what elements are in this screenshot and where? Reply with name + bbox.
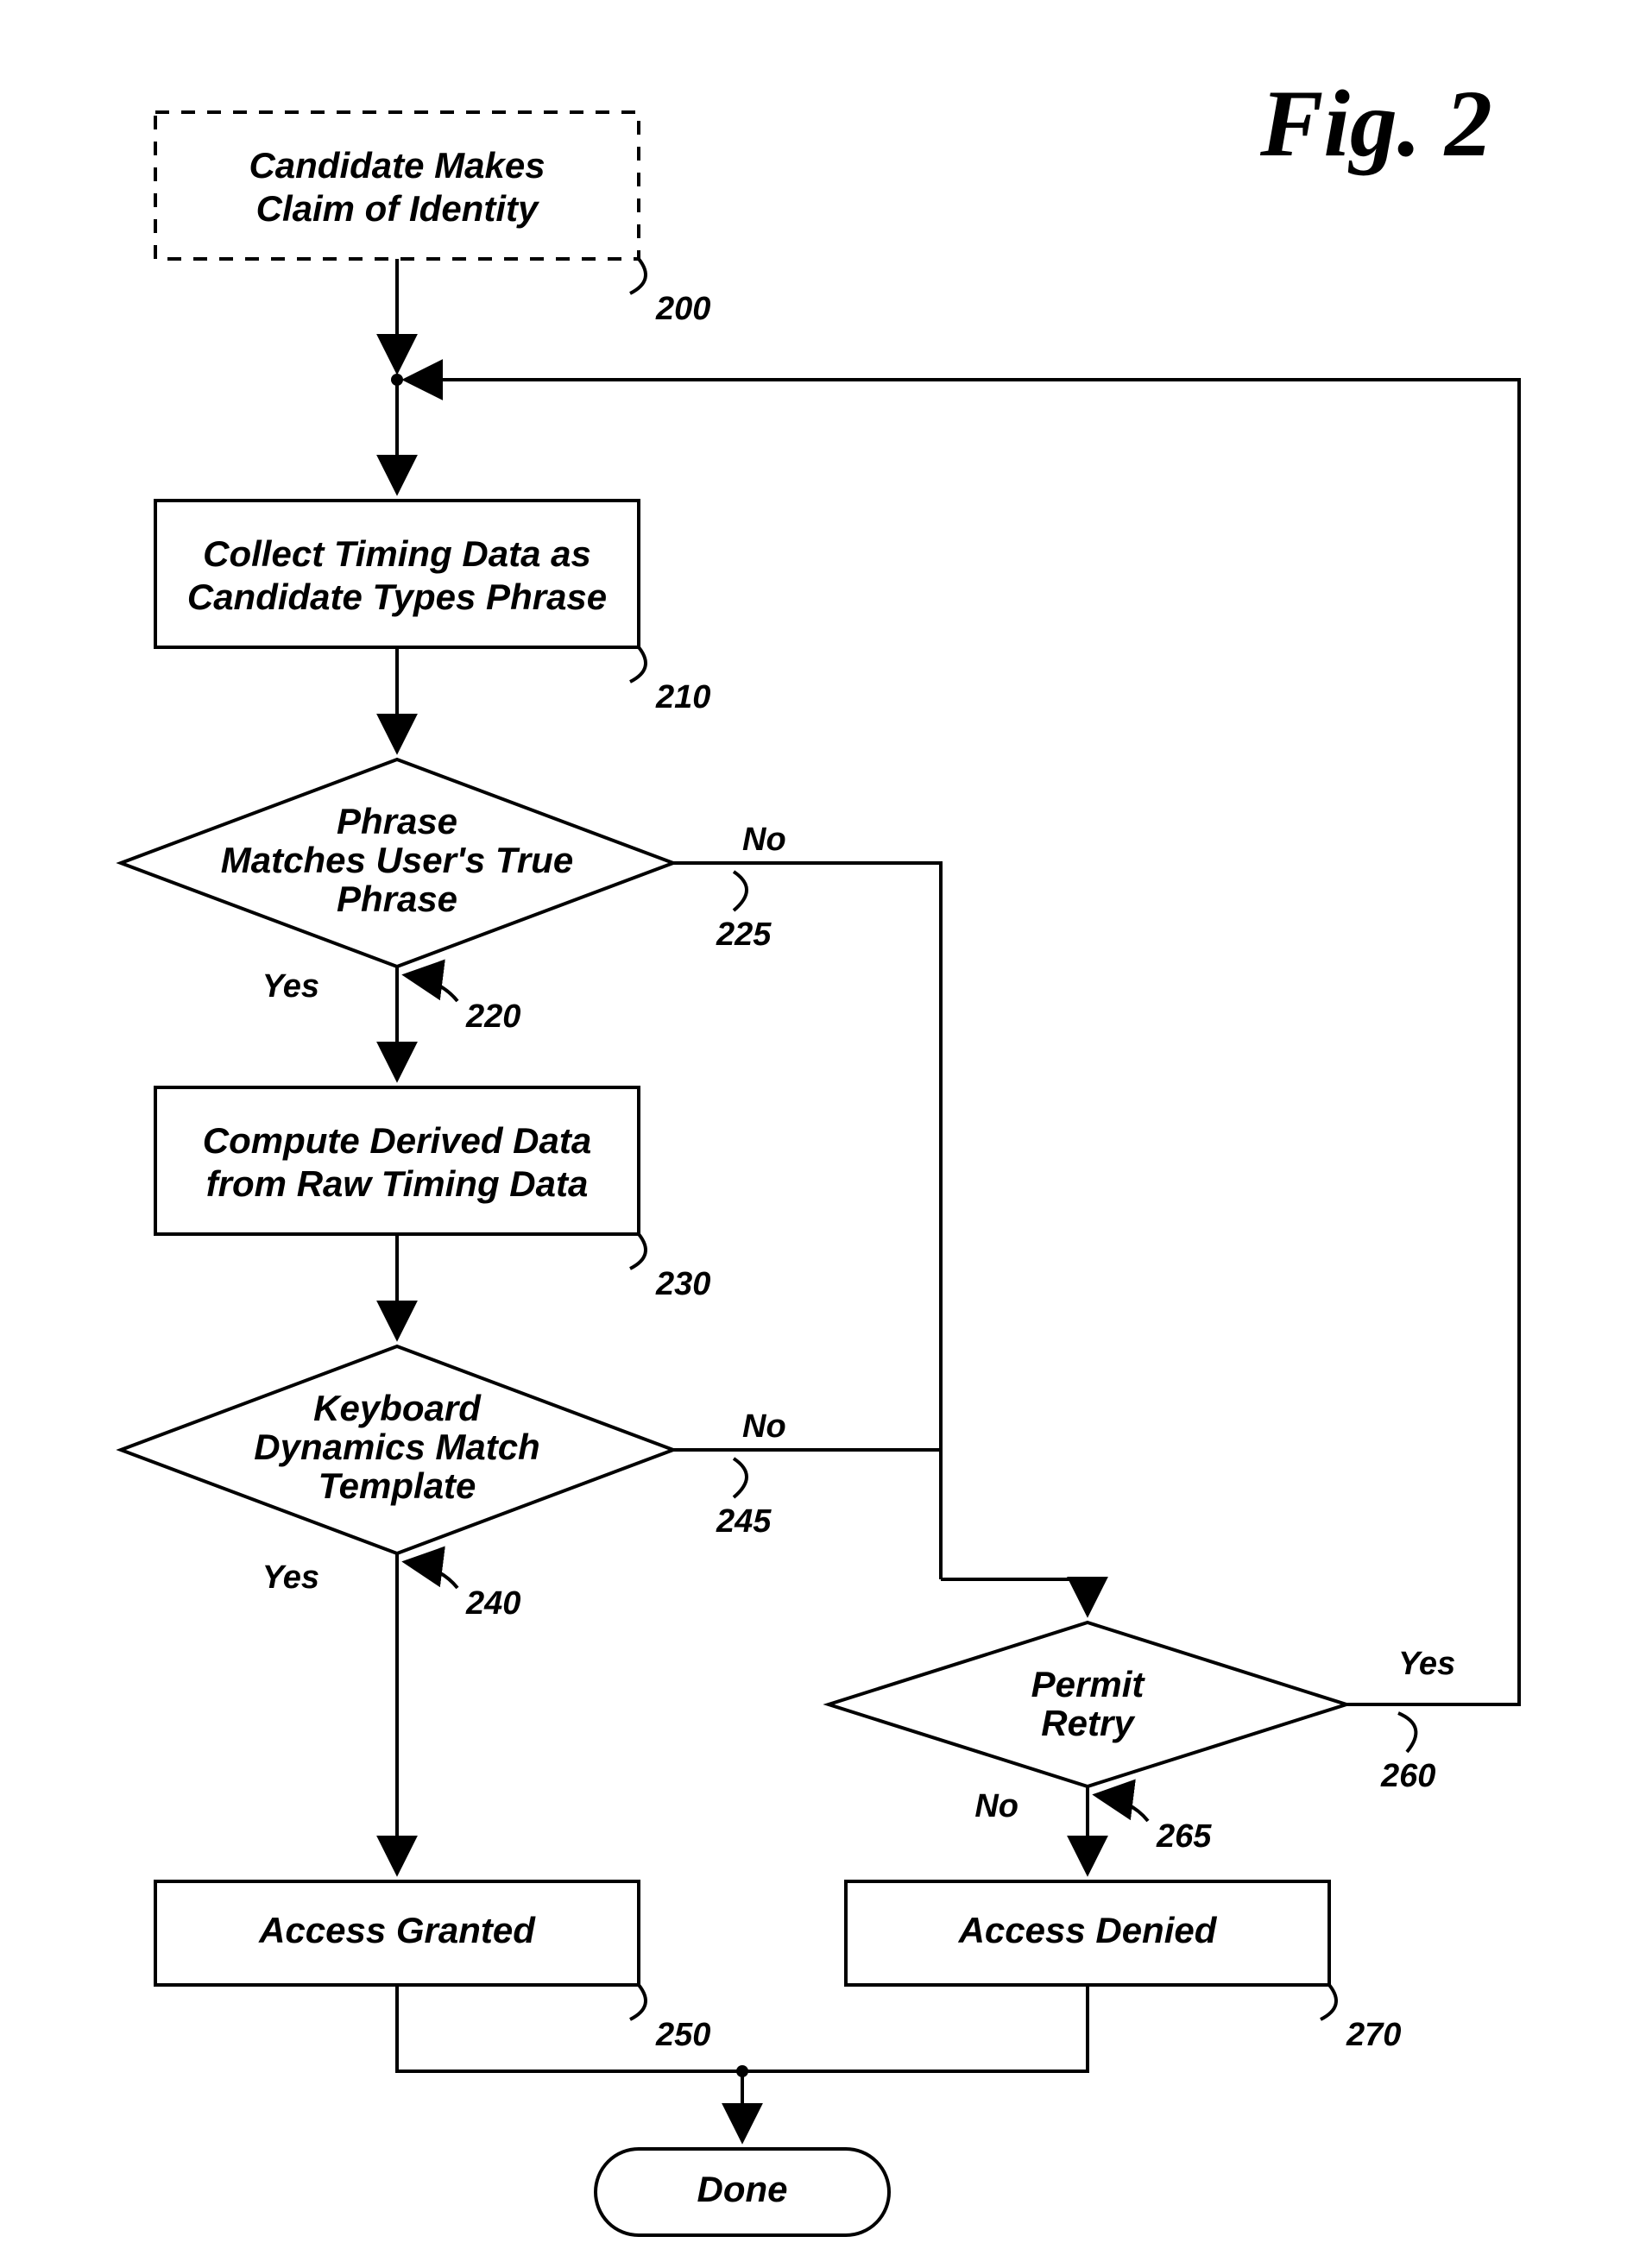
svg-text:Compute Derived Data: Compute Derived Data [203, 1120, 591, 1161]
node-phrase-match: Phrase Matches User's True Phrase [121, 759, 673, 967]
svg-text:from Raw Timing Data: from Raw Timing Data [206, 1163, 589, 1204]
svg-text:Claim of Identity: Claim of Identity [256, 188, 540, 229]
node-dynamics-match: Keyboard Dynamics Match Template [121, 1346, 673, 1553]
svg-text:Phrase: Phrase [337, 879, 457, 919]
node-access-granted: Access Granted [155, 1881, 639, 1985]
ref-240: 240 [465, 1585, 520, 1622]
label-240-no: No [742, 1408, 786, 1445]
label-260-yes: Yes [1398, 1646, 1455, 1682]
svg-text:Access Denied: Access Denied [958, 1910, 1218, 1950]
label-260-no: No [974, 1788, 1018, 1824]
node-candidate-claim: Candidate Makes Claim of Identity [155, 112, 639, 259]
svg-text:Keyboard: Keyboard [313, 1388, 482, 1428]
node-permit-retry: Permit Retry [829, 1622, 1346, 1786]
svg-text:Access Granted: Access Granted [258, 1910, 536, 1950]
ref-220: 220 [465, 999, 520, 1035]
ref-210: 210 [655, 679, 710, 715]
svg-text:Phrase: Phrase [337, 801, 457, 841]
ref-225: 225 [716, 917, 772, 953]
svg-text:Template: Template [318, 1465, 476, 1506]
label-220-yes: Yes [262, 968, 319, 1005]
ref-230: 230 [655, 1266, 710, 1302]
ref-200: 200 [655, 291, 710, 327]
ref-270: 270 [1346, 2017, 1401, 2053]
figure-label: Fig. 2 [1259, 71, 1492, 176]
ref-265: 265 [1156, 1818, 1212, 1855]
ref-245: 245 [716, 1503, 772, 1540]
ref-260: 260 [1380, 1758, 1435, 1794]
svg-text:Matches User's True: Matches User's True [221, 840, 573, 880]
svg-text:Candidate Types Phrase: Candidate Types Phrase [187, 576, 607, 617]
svg-text:Retry: Retry [1041, 1703, 1136, 1743]
svg-text:Candidate Makes: Candidate Makes [249, 145, 545, 186]
label-240-yes: Yes [262, 1559, 319, 1596]
node-collect-timing: Collect Timing Data as Candidate Types P… [155, 501, 639, 647]
node-compute-derived: Compute Derived Data from Raw Timing Dat… [155, 1087, 639, 1234]
svg-text:Done: Done [697, 2169, 788, 2209]
node-access-denied: Access Denied [846, 1881, 1329, 1985]
ref-250: 250 [655, 2017, 710, 2053]
flowchart-svg: Fig. 2 Candidate Makes Claim of Identity… [0, 0, 1627, 2268]
svg-text:Collect Timing Data as: Collect Timing Data as [203, 533, 591, 574]
svg-text:Permit: Permit [1031, 1664, 1146, 1704]
node-done: Done [596, 2149, 889, 2235]
svg-text:Dynamics Match: Dynamics Match [254, 1427, 539, 1467]
label-220-no: No [742, 822, 786, 858]
